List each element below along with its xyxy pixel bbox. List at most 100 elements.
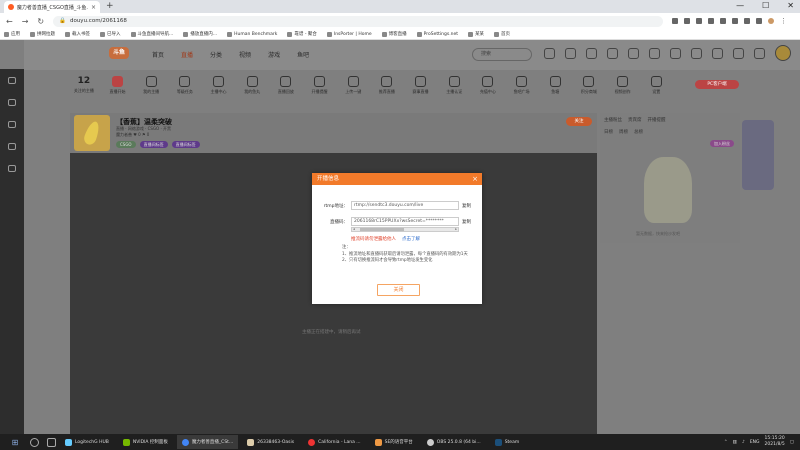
minimize-button[interactable]: — <box>736 1 744 10</box>
sidebar-item-games[interactable] <box>0 135 24 157</box>
copy-rtmp-button[interactable]: 复制 <box>462 203 471 209</box>
download-icon[interactable] <box>754 48 765 59</box>
taskbar-app[interactable]: 26338463-Oasis <box>242 435 299 449</box>
sidebar-item-match[interactable] <box>0 157 24 179</box>
close-dialog-button[interactable]: 关闭 <box>377 284 420 296</box>
nav-fishbar[interactable]: 鱼吧 <box>297 50 309 59</box>
nav-video[interactable]: 视频 <box>239 50 251 59</box>
reload-button[interactable]: ↻ <box>37 17 44 26</box>
room-tag[interactable]: 直播间标签 <box>139 141 168 148</box>
new-tab-button[interactable]: + <box>106 1 114 11</box>
bookmark-item[interactable]: 已导入 <box>100 31 121 37</box>
taskbar-app[interactable]: LogitechG HUB <box>60 435 114 449</box>
bookmark-item[interactable]: Human Benchmark <box>227 31 277 37</box>
category-item[interactable]: 视频创作 <box>609 76 637 104</box>
extension-icon[interactable] <box>672 18 679 24</box>
extension-icon[interactable] <box>744 18 751 24</box>
category-item[interactable]: 主播认证 <box>440 76 468 104</box>
category-item[interactable]: 直播回放 <box>272 76 300 104</box>
rank-week[interactable]: 周榜 <box>619 129 628 135</box>
nav-game[interactable]: 游戏 <box>268 50 280 59</box>
category-item[interactable]: 鱼吧广场 <box>508 76 536 104</box>
code-field-scrollbar[interactable]: ◂ ▸ <box>351 227 459 232</box>
code-field[interactable]: 2061168rC15PPUXx?wsSecret=******** <box>351 217 459 226</box>
forward-button[interactable]: → <box>22 17 29 26</box>
bookmark-item[interactable]: 播放直播内... <box>183 31 217 37</box>
avatar[interactable] <box>775 45 791 61</box>
follow-icon[interactable] <box>565 48 576 59</box>
bookmark-item[interactable]: 首页 <box>494 31 510 37</box>
windows-start-icon[interactable]: ⊞ <box>8 437 22 447</box>
notify-icon[interactable] <box>691 48 702 59</box>
category-item[interactable]: 12 关注的主播 <box>70 76 98 104</box>
nav-category[interactable]: 分类 <box>210 50 222 59</box>
category-item[interactable]: 推荐直播 <box>373 76 401 104</box>
bookmark-item[interactable]: 博客直播 <box>381 31 407 37</box>
category-item[interactable]: 赛事直播 <box>407 76 435 104</box>
sidebar-item-recommend[interactable] <box>0 69 24 91</box>
scroll-left-icon[interactable]: ◂ <box>353 227 355 231</box>
room-tag[interactable]: 直播间标签 <box>171 141 200 148</box>
extension-icon[interactable] <box>696 18 703 24</box>
back-button[interactable]: ← <box>6 17 13 26</box>
maximize-button[interactable]: ☐ <box>762 1 769 10</box>
category-item[interactable]: 上传一键 <box>339 76 367 104</box>
menu-kebab-icon[interactable]: ⋮ <box>780 18 787 25</box>
live-icon[interactable] <box>607 48 618 59</box>
copy-code-button[interactable]: 复制 <box>462 219 471 225</box>
follow-button[interactable]: 关注 <box>566 117 592 126</box>
category-item[interactable]: 设置 <box>642 76 670 104</box>
game-icon[interactable] <box>628 48 639 59</box>
extension-icon[interactable] <box>708 18 715 24</box>
extension-icon[interactable] <box>684 18 691 24</box>
sidebar-item-follow[interactable] <box>0 91 24 113</box>
bookmark-item[interactable]: 应用 <box>4 31 20 37</box>
taskbar-app[interactable]: SE的语音平台 <box>370 435 418 449</box>
taskbar-app[interactable]: California - Lana ... <box>303 435 365 449</box>
sidebar-item-video[interactable] <box>0 113 24 135</box>
rank-total[interactable]: 总榜 <box>634 129 643 135</box>
room-avatar[interactable] <box>74 115 110 151</box>
room-tag[interactable]: CSGO <box>116 141 136 148</box>
video-icon[interactable] <box>712 48 723 59</box>
taskbar-app[interactable]: OBS 25.0.8 (64 bi... <box>422 435 486 449</box>
tab-close-icon[interactable]: × <box>91 4 96 11</box>
category-item[interactable]: 鱼塘 <box>541 76 569 104</box>
wallet-icon[interactable] <box>670 48 681 59</box>
network-icon[interactable]: ▥ <box>733 440 737 445</box>
tab-fans[interactable]: 主播粉丝 <box>604 117 622 123</box>
extension-icon[interactable] <box>720 18 727 24</box>
tab-vip[interactable]: 贵宾席 <box>628 117 642 123</box>
bookmark-item[interactable]: ProSettings.net <box>416 31 458 37</box>
bookmark-item[interactable]: 载入书签 <box>65 31 90 37</box>
taskbar-app[interactable]: NVIDIA 控制面板 <box>118 435 173 449</box>
close-icon[interactable]: × <box>472 173 478 185</box>
edit-icon[interactable] <box>649 48 660 59</box>
category-item[interactable]: 积分商城 <box>575 76 603 104</box>
nav-home[interactable]: 首页 <box>152 50 164 59</box>
category-item[interactable]: 开播提醒 <box>306 76 334 104</box>
side-banner[interactable] <box>742 120 774 190</box>
clock[interactable]: 15:15:20 2021/8/5 <box>765 436 785 448</box>
bookmark-item[interactable]: 拼网拉题 <box>30 31 55 37</box>
profile-avatar-icon[interactable] <box>768 18 775 24</box>
search-input[interactable]: 搜索 <box>472 48 532 61</box>
pc-client-button[interactable]: PC客户端 <box>695 80 739 89</box>
taskbar-app[interactable]: 魔力者善直播_CSt... <box>176 435 239 449</box>
site-logo[interactable]: 斗鱼 <box>109 47 129 59</box>
tab-remind[interactable]: 开播提醒 <box>648 117 666 123</box>
scroll-thumb[interactable] <box>360 228 404 231</box>
rtmp-field[interactable]: rtmp://sendtc3.douyu.com/live <box>351 201 459 210</box>
join-fans-button[interactable]: 加入粉丝 <box>710 140 734 147</box>
volume-icon[interactable]: ♪ <box>742 440 745 445</box>
rank-day[interactable]: 日榜 <box>604 129 613 135</box>
bookmark-item[interactable]: 某某 <box>468 31 484 37</box>
user-icon[interactable] <box>733 48 744 59</box>
notification-icon[interactable]: ▢ <box>790 440 794 445</box>
category-item[interactable]: 直播开始 <box>104 76 132 104</box>
browser-tab[interactable]: 魔力者善直播_CSGO直播_斗鱼... × <box>4 1 100 13</box>
close-window-button[interactable]: ✕ <box>787 1 794 10</box>
nav-live[interactable]: 直播 <box>181 50 193 59</box>
scroll-right-icon[interactable]: ▸ <box>455 227 457 231</box>
category-item[interactable]: 等级任务 <box>171 76 199 104</box>
